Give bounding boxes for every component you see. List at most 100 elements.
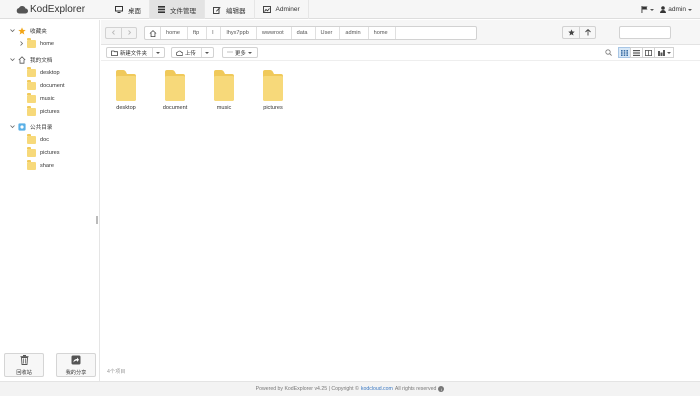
tree-item-share[interactable]: share bbox=[18, 159, 54, 172]
tree-item-desktop[interactable]: desktop bbox=[18, 66, 60, 79]
tree-item-home[interactable]: home bbox=[18, 37, 54, 50]
forward-button[interactable] bbox=[121, 27, 137, 39]
share-icon bbox=[71, 355, 81, 367]
tree-public[interactable]: 公共目录 bbox=[9, 120, 52, 133]
breadcrumb-home-button[interactable] bbox=[145, 27, 161, 39]
sidebar: 收藏夹 home 我的文档 desktop document music pic… bbox=[0, 20, 100, 381]
chevron-down-icon[interactable] bbox=[9, 124, 16, 129]
tree-item-music[interactable]: music bbox=[18, 92, 55, 105]
address-actions bbox=[562, 26, 596, 39]
tree-my-documents[interactable]: 我的文档 bbox=[9, 53, 52, 66]
nav-file-manager[interactable]: 文件管理 bbox=[150, 0, 205, 19]
user-name: admin bbox=[668, 6, 686, 13]
folder-item-label: music bbox=[216, 105, 232, 111]
breadcrumb-item[interactable]: home bbox=[369, 27, 396, 39]
folder-item-document[interactable]: document bbox=[153, 68, 197, 120]
folder-item-desktop[interactable]: desktop bbox=[104, 68, 148, 120]
more-button[interactable]: ⋯ 更多 bbox=[222, 47, 258, 58]
breadcrumb-item[interactable]: home bbox=[161, 27, 188, 39]
nav-adminer[interactable]: Adminer bbox=[255, 0, 309, 19]
new-folder-label: 新建文件夹 bbox=[120, 50, 147, 57]
info-icon[interactable]: i bbox=[438, 386, 445, 392]
tree-item-label: document bbox=[40, 82, 65, 89]
nav-desktop[interactable]: 桌面 bbox=[107, 0, 150, 19]
history-buttons bbox=[105, 27, 137, 39]
home-icon bbox=[18, 55, 26, 64]
breadcrumb-item[interactable]: l bbox=[207, 27, 222, 39]
tree-item-doc[interactable]: doc bbox=[18, 133, 49, 146]
new-folder-dropdown[interactable] bbox=[151, 48, 164, 57]
folder-icon bbox=[27, 134, 36, 144]
flag-menu[interactable] bbox=[641, 6, 655, 13]
tree-favorites-label: 收藏夹 bbox=[30, 28, 47, 35]
breadcrumb-item[interactable]: ftp bbox=[188, 27, 208, 39]
breadcrumb-item[interactable]: data bbox=[292, 27, 316, 39]
nav-file-manager-label: 文件管理 bbox=[170, 7, 196, 15]
trash-icon bbox=[20, 354, 29, 367]
columns-icon bbox=[645, 49, 652, 56]
file-area[interactable]: desktop document music pictures bbox=[101, 62, 700, 362]
tree-item-label: music bbox=[40, 95, 55, 102]
tree-item-pictures[interactable]: pictures bbox=[18, 146, 60, 159]
favorite-button[interactable] bbox=[562, 26, 579, 39]
arrow-up-icon bbox=[584, 29, 591, 36]
recycle-bin-button[interactable]: 回收站 bbox=[4, 353, 44, 377]
footer-prefix: Powered by KodExplorer v4.25 | Copyright… bbox=[255, 386, 359, 392]
tree-public-label: 公共目录 bbox=[30, 124, 53, 131]
tree-item-label: pictures bbox=[40, 149, 60, 156]
tree-item-document[interactable]: document bbox=[18, 79, 65, 92]
back-button[interactable] bbox=[105, 27, 121, 39]
sort-button[interactable] bbox=[654, 47, 674, 58]
upload-dropdown[interactable] bbox=[200, 48, 213, 57]
tree-item-label: home bbox=[40, 40, 54, 47]
breadcrumb-item[interactable]: User bbox=[316, 27, 341, 39]
sort-icon bbox=[657, 49, 665, 56]
search-input[interactable] bbox=[619, 26, 671, 39]
breadcrumb-item[interactable]: admin bbox=[340, 27, 369, 39]
upload-button[interactable]: 上传 bbox=[171, 47, 214, 58]
top-bar: KodExplorer 桌面 文件管理 编辑器 Adminer admin bbox=[0, 0, 700, 19]
ellipsis-icon: ⋯ bbox=[227, 50, 233, 56]
chevron-right-icon[interactable] bbox=[18, 41, 25, 46]
app-logo[interactable]: KodExplorer bbox=[16, 3, 85, 16]
nav-editor[interactable]: 编辑器 bbox=[205, 0, 255, 19]
upload-main[interactable]: 上传 bbox=[172, 48, 201, 57]
status-bar: 4个项目 bbox=[101, 365, 700, 377]
breadcrumb-item[interactable]: wwwroot bbox=[257, 27, 292, 39]
nav-adminer-label: Adminer bbox=[275, 6, 300, 13]
star-icon bbox=[567, 29, 575, 36]
folder-icon bbox=[27, 67, 36, 77]
breadcrumb: home ftp l lhyx7ppb wwwroot data User ad… bbox=[144, 26, 477, 40]
public-folder-icon bbox=[18, 122, 26, 131]
breadcrumb-item[interactable]: lhyx7ppb bbox=[221, 27, 257, 39]
up-directory-button[interactable] bbox=[579, 26, 596, 39]
tree-item-pictures[interactable]: pictures bbox=[18, 105, 60, 118]
folder-icon bbox=[27, 160, 36, 170]
folder-item-music[interactable]: music bbox=[202, 68, 246, 120]
more-label: 更多 bbox=[235, 50, 246, 57]
chevron-down-icon[interactable] bbox=[9, 57, 16, 62]
footer: Powered by KodExplorer v4.25 | Copyright… bbox=[0, 381, 700, 396]
chevron-down-icon bbox=[156, 51, 161, 54]
folder-item-label: desktop bbox=[116, 105, 136, 111]
tree-favorites[interactable]: 收藏夹 bbox=[9, 24, 47, 37]
nav-editor-label: 编辑器 bbox=[226, 7, 246, 15]
new-folder-button[interactable]: 新建文件夹 bbox=[106, 47, 165, 58]
tree-item-label: desktop bbox=[40, 69, 60, 76]
item-count: 4个项目 bbox=[107, 368, 126, 375]
chevron-down-icon bbox=[688, 8, 692, 11]
folder-icon bbox=[27, 106, 36, 116]
tree-item-label: share bbox=[40, 162, 54, 169]
more-main[interactable]: ⋯ 更多 bbox=[223, 48, 257, 57]
user-menu[interactable]: admin bbox=[660, 6, 692, 13]
folder-item-pictures[interactable]: pictures bbox=[251, 68, 295, 120]
folder-item-label: document bbox=[162, 105, 188, 111]
new-folder-main[interactable]: 新建文件夹 bbox=[107, 48, 152, 57]
chevron-down-icon[interactable] bbox=[9, 28, 16, 33]
my-share-button[interactable]: 我的分享 bbox=[56, 353, 96, 377]
arrow-right-icon bbox=[127, 29, 132, 37]
sidebar-resize-handle[interactable] bbox=[96, 216, 98, 224]
zoom-icon[interactable] bbox=[605, 49, 612, 56]
folder-item-label: pictures bbox=[263, 105, 283, 111]
footer-link[interactable]: kodcloud.com bbox=[361, 386, 393, 392]
